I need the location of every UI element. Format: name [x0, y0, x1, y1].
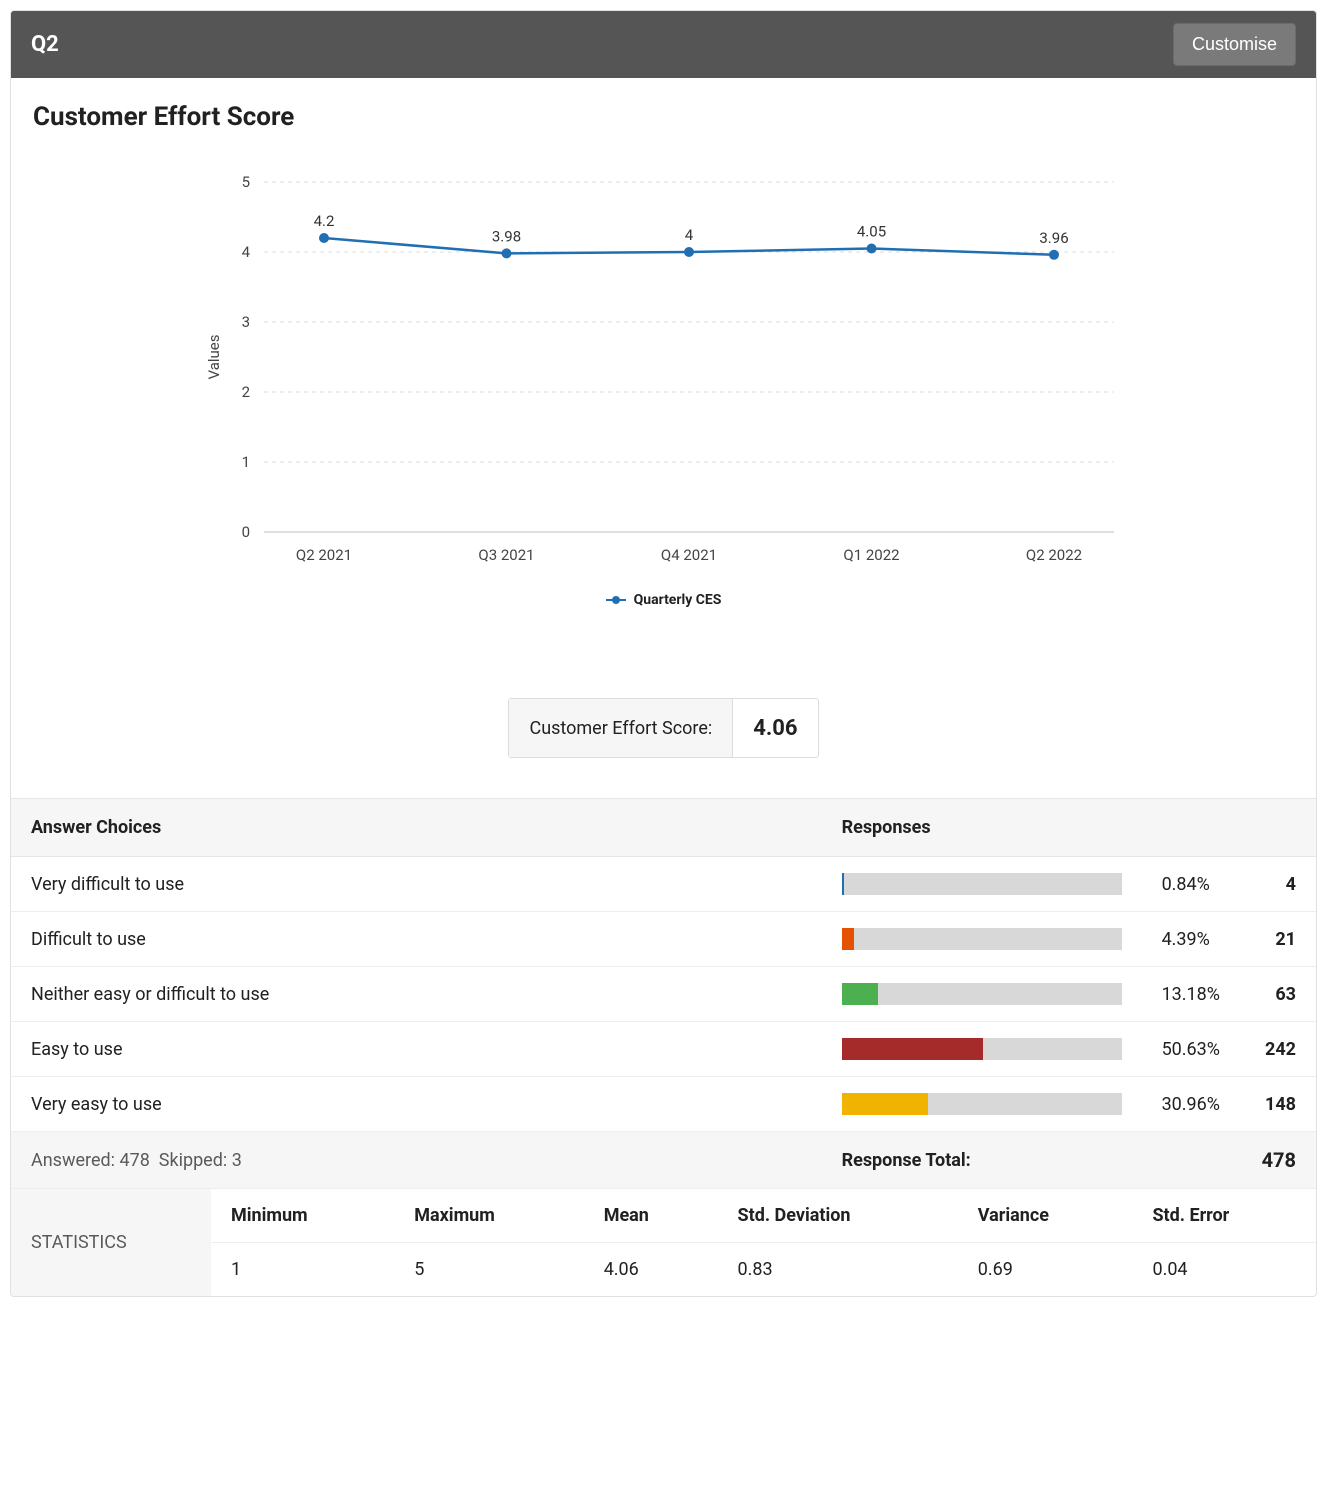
response-total-label: Response Total:	[822, 1132, 1242, 1189]
stats-val-max: 5	[394, 1243, 583, 1297]
legend-marker-icon	[606, 599, 626, 601]
bar-cell	[822, 857, 1142, 912]
svg-text:1: 1	[241, 453, 249, 471]
stats-val-var: 0.69	[958, 1243, 1133, 1297]
svg-text:3.96: 3.96	[1039, 229, 1068, 247]
table-row: Neither easy or difficult to use 13.18%63	[11, 967, 1316, 1022]
svg-text:Values: Values	[205, 335, 223, 380]
svg-text:3: 3	[241, 313, 249, 331]
svg-text:4: 4	[684, 226, 693, 244]
count-value: 21	[1242, 912, 1316, 967]
col-answer-choices: Answer Choices	[11, 799, 822, 857]
count-value: 63	[1242, 967, 1316, 1022]
bar-cell	[822, 1077, 1142, 1132]
response-total-value: 478	[1242, 1132, 1316, 1189]
answer-label: Difficult to use	[11, 912, 822, 967]
responses-table: Answer Choices Responses Very difficult …	[11, 798, 1316, 1189]
table-row: Easy to use 50.63%242	[11, 1022, 1316, 1077]
card-content: Customer Effort Score 0 1 2 3 4 5 Q2 2021 Q3 20…	[11, 78, 1316, 798]
svg-text:Q2 2021: Q2 2021	[295, 546, 351, 564]
stats-hdr-min: Minimum	[211, 1189, 394, 1243]
line-chart: 0 1 2 3 4 5 Q2 2021 Q3 2021 Q4 2021 Q1 2022 Q2 202…	[184, 162, 1144, 582]
table-row: Difficult to use 4.39%21	[11, 912, 1316, 967]
answer-label: Easy to use	[11, 1022, 822, 1077]
svg-text:3.98: 3.98	[491, 227, 520, 245]
statistics-table: STATISTICS Minimum Maximum Mean Std. Dev…	[11, 1189, 1316, 1296]
score-box: Customer Effort Score: 4.06	[508, 698, 818, 758]
answer-label: Very difficult to use	[11, 857, 822, 912]
bar-cell	[822, 1022, 1142, 1077]
col-responses: Responses	[822, 799, 1316, 857]
svg-text:Q1 2022: Q1 2022	[843, 546, 899, 564]
chart-container: 0 1 2 3 4 5 Q2 2021 Q3 2021 Q4 2021 Q1 2022 Q2 202…	[33, 162, 1294, 582]
svg-text:4: 4	[241, 243, 250, 261]
svg-text:5: 5	[241, 173, 249, 191]
legend-label: Quarterly CES	[634, 592, 722, 608]
svg-text:Q4 2021: Q4 2021	[660, 546, 716, 564]
customise-button[interactable]: Customise	[1173, 23, 1296, 66]
count-value: 148	[1242, 1077, 1316, 1132]
stats-hdr-var: Variance	[958, 1189, 1133, 1243]
stats-hdr-max: Maximum	[394, 1189, 583, 1243]
answer-label: Neither easy or difficult to use	[11, 967, 822, 1022]
percent-value: 13.18%	[1142, 967, 1242, 1022]
chart-title: Customer Effort Score	[33, 102, 1294, 132]
stats-hdr-se: Std. Error	[1132, 1189, 1316, 1243]
report-card: Q2 Customise Customer Effort Score 0 1 2 3 4…	[10, 10, 1317, 1297]
svg-text:4.05: 4.05	[856, 223, 885, 241]
bar-cell	[822, 912, 1142, 967]
count-value: 242	[1242, 1022, 1316, 1077]
stats-val-mean: 4.06	[584, 1243, 718, 1297]
answer-label: Very easy to use	[11, 1077, 822, 1132]
score-label: Customer Effort Score:	[509, 699, 733, 757]
svg-text:Q2 2022: Q2 2022	[1025, 546, 1081, 564]
stats-val-stddev: 0.83	[718, 1243, 958, 1297]
stats-hdr-stddev: Std. Deviation	[718, 1189, 958, 1243]
question-label: Q2	[31, 32, 59, 57]
svg-text:2: 2	[241, 383, 249, 401]
percent-value: 50.63%	[1142, 1022, 1242, 1077]
stats-row-label: STATISTICS	[11, 1189, 211, 1296]
percent-value: 4.39%	[1142, 912, 1242, 967]
svg-text:Q3 2021: Q3 2021	[478, 546, 534, 564]
stats-hdr-mean: Mean	[584, 1189, 718, 1243]
svg-text:0: 0	[241, 523, 249, 541]
stats-val-min: 1	[211, 1243, 394, 1297]
table-row: Very easy to use 30.96%148	[11, 1077, 1316, 1132]
summary-row: Answered: 478 Skipped: 3Response Total:4…	[11, 1132, 1316, 1189]
svg-text:4.2: 4.2	[313, 212, 334, 230]
card-header: Q2 Customise	[11, 11, 1316, 78]
chart-legend: Quarterly CES	[33, 592, 1294, 608]
table-row: Very difficult to use 0.84%4	[11, 857, 1316, 912]
answered-skipped: Answered: 478 Skipped: 3	[11, 1132, 822, 1189]
score-value: 4.06	[733, 699, 817, 757]
score-box-row: Customer Effort Score: 4.06	[33, 698, 1294, 758]
percent-value: 0.84%	[1142, 857, 1242, 912]
stats-val-se: 0.04	[1132, 1243, 1316, 1297]
percent-value: 30.96%	[1142, 1077, 1242, 1132]
legend-item-quarterly-ces: Quarterly CES	[606, 592, 722, 608]
count-value: 4	[1242, 857, 1316, 912]
bar-cell	[822, 967, 1142, 1022]
